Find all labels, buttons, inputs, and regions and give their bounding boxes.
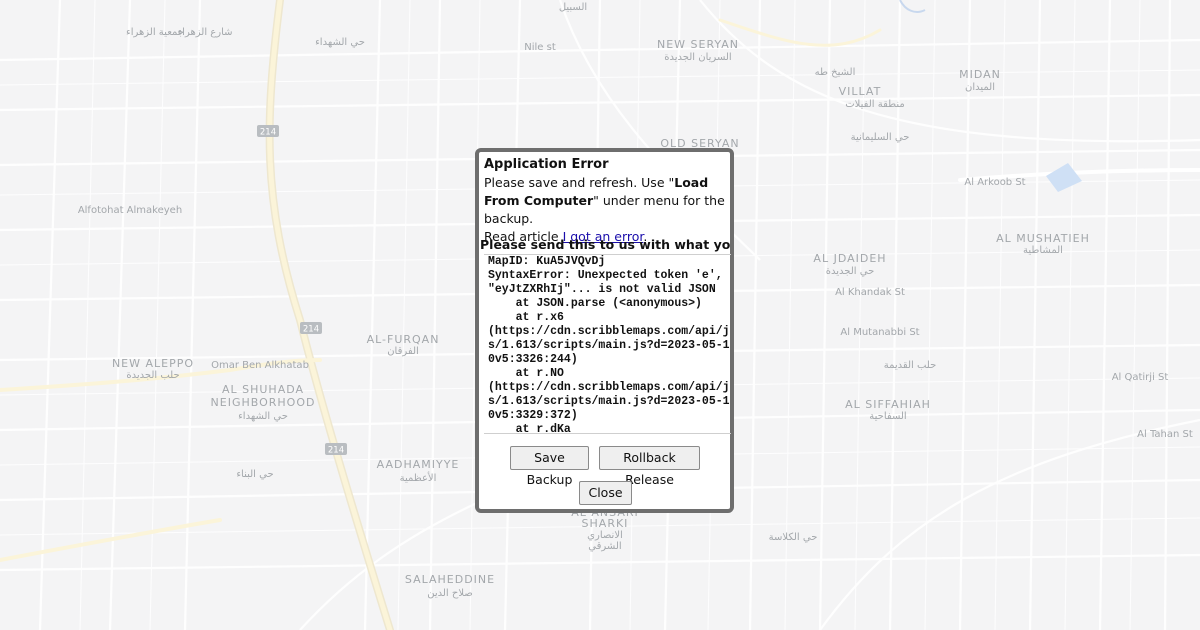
- map-label: الأعظمية: [400, 471, 437, 484]
- map-label: الشرقي: [588, 541, 621, 552]
- map-label: منطقة الفيلات: [845, 99, 904, 110]
- map-label: حي السليمانية: [851, 132, 910, 143]
- map-label: Alfotohat Almakeyeh: [78, 205, 182, 216]
- map-label: المشاطية: [1023, 245, 1063, 256]
- map-label: Al Khandak St: [835, 287, 905, 298]
- map-label: الانصاري: [587, 530, 623, 541]
- map-label: NEW SERYAN: [657, 38, 739, 51]
- map-label: SALAHEDDINE: [405, 573, 495, 586]
- dialog-title: Application Error: [484, 157, 609, 172]
- save-backup-button[interactable]: Save Backup: [510, 446, 589, 487]
- svg-text:214: 214: [303, 325, 319, 335]
- error-log-textarea[interactable]: MapID: KuA5JVQvDj SyntaxError: Unexpecte…: [484, 254, 731, 434]
- map-label: VILLAT: [839, 85, 882, 98]
- map-label: NEIGHBORHOOD: [211, 396, 316, 409]
- road-shield: 214: [300, 322, 322, 335]
- map-label: حلب الجديدة: [126, 370, 179, 381]
- svg-text:214: 214: [328, 446, 344, 456]
- application-error-dialog: Application Error Please save and refres…: [475, 148, 734, 513]
- map-label: AADHAMIYYE: [377, 458, 460, 471]
- map-label: NEW ALEPPO: [112, 357, 194, 370]
- map-label: الميدان: [965, 82, 995, 93]
- map-label: SHARKI: [582, 517, 629, 530]
- map-label: السبيل: [559, 2, 587, 13]
- map-label: Omar Ben Alkhatab: [211, 360, 309, 371]
- road-shield: 214: [257, 125, 279, 138]
- map-label: حي الكلاسة: [769, 532, 818, 543]
- map-label: AL SHUHADA: [222, 383, 304, 396]
- close-button[interactable]: Close: [579, 481, 632, 505]
- map-label: السريان الجديدة: [664, 52, 731, 63]
- map-label: AL JDAIDEH: [813, 252, 886, 265]
- dialog-message: Please save and refresh. Use "Load From …: [484, 174, 728, 246]
- map-label: حي الجديدة: [826, 266, 875, 277]
- dialog-message-prefix: Please save and refresh. Use ": [484, 175, 675, 190]
- map-label: AL SIFFAHIAH: [845, 398, 931, 411]
- road-shield: 214: [325, 443, 347, 456]
- map-label: صلاح الدين: [427, 588, 473, 599]
- map-label: شارع الزهراء: [177, 27, 232, 38]
- send-report-heading: Please send this to us with what you: [480, 237, 731, 252]
- map-label: Nile st: [524, 42, 556, 53]
- map-label: Al Mutanabbi St: [840, 327, 919, 338]
- map-label: Al Tahan St: [1137, 429, 1193, 440]
- map-label: MIDAN: [959, 68, 1001, 81]
- map-label: حي البناء: [236, 469, 273, 480]
- map-label: Al Arkoob St: [964, 177, 1025, 188]
- map-label: جمعية الزهراء: [126, 27, 184, 38]
- map-label: حي الشهداء: [315, 37, 365, 48]
- map-label: الفرقان: [387, 346, 419, 357]
- map-label: حي الشهداء: [238, 411, 288, 422]
- map-label: السفاحية: [869, 411, 906, 422]
- svg-text:214: 214: [260, 128, 276, 138]
- map-label: الشيخ طه: [815, 67, 856, 78]
- map-label: Al Qatirji St: [1112, 372, 1169, 383]
- map-label: AL-FURQAN: [367, 333, 440, 346]
- rollback-release-button[interactable]: Rollback Release: [599, 446, 700, 487]
- map-label: AL MUSHATIEH: [996, 232, 1090, 245]
- map-label: حلب القديمة: [884, 360, 937, 371]
